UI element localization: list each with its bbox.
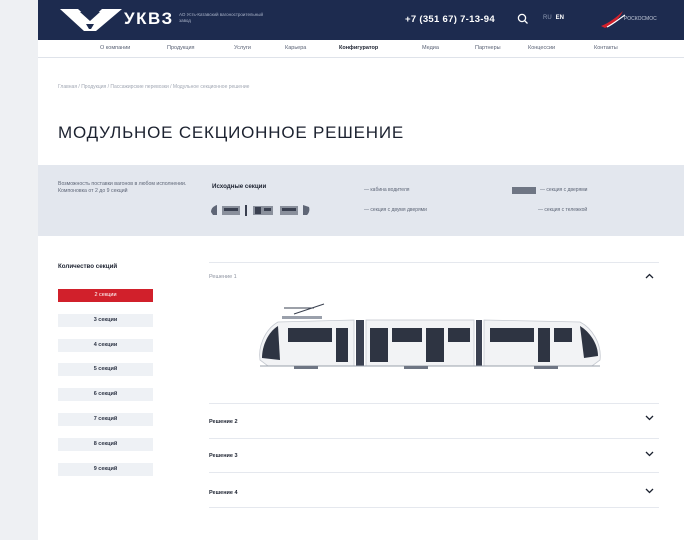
ukvz-logo-icon[interactable]	[60, 7, 122, 33]
lang-en[interactable]: EN	[556, 15, 564, 21]
page-title: МОДУЛЬНОЕ СЕКЦИОННОЕ РЕШЕНИЕ	[58, 123, 405, 142]
solution-2-label[interactable]: Решение 2	[209, 419, 238, 425]
main-nav: О компании Продукция Услуги Карьера Конфигур…	[38, 40, 684, 58]
section-count-option[interactable]: 2 секции	[58, 289, 153, 302]
section-count-option[interactable]: 3 секции	[58, 313, 153, 327]
nav-item[interactable]: Медиа	[422, 45, 439, 51]
sections-count-title: Количество секций	[58, 263, 118, 270]
nav-item[interactable]: О компании	[100, 45, 130, 51]
nav-item[interactable]: Конфигуратор	[339, 45, 378, 51]
search-icon[interactable]	[516, 12, 530, 26]
nav-item[interactable]: Контакты	[594, 45, 618, 51]
accordion-divider	[209, 403, 659, 404]
chevron-up-icon[interactable]	[645, 273, 654, 279]
brand-name[interactable]: УКВЗ	[124, 9, 174, 29]
page: УКВЗ АО Усть-Катавский вагоностроительны…	[38, 0, 684, 540]
nav-item[interactable]: Концессии	[528, 45, 555, 51]
phone-number[interactable]: +7 (351 67) 7-13-94	[405, 14, 495, 25]
nav-item[interactable]: Карьера	[285, 45, 306, 51]
nav-item[interactable]: Услуги	[234, 45, 251, 51]
chevron-down-icon[interactable]	[645, 415, 654, 421]
section-count-option[interactable]: 7 секций	[58, 413, 153, 426]
accordion-divider	[209, 472, 659, 473]
section-count-option[interactable]: 8 секций	[58, 437, 153, 451]
lang-ru[interactable]: RU	[543, 15, 552, 21]
chevron-down-icon[interactable]	[645, 488, 654, 494]
source-sections-band: Возможность поставки вагонов в любом исп…	[38, 165, 684, 236]
breadcrumb[interactable]: Главная / Продукция / Пассажирские перев…	[58, 84, 249, 90]
legend-doors: — секция с дверями	[540, 187, 588, 193]
solution-4-label[interactable]: Решение 4	[209, 490, 238, 496]
band-description: Возможность поставки вагонов в любом исп…	[58, 181, 187, 194]
partner-name: РОСКОСМОС	[624, 16, 657, 22]
top-header: УКВЗ АО Усть-Катавский вагоностроительны…	[38, 0, 684, 40]
nav-item[interactable]: Партнеры	[475, 45, 501, 51]
solution-3-label[interactable]: Решение 3	[209, 453, 238, 459]
section-icons	[211, 205, 310, 216]
legend-cabin: — кабина водителя	[364, 187, 410, 193]
accordion-divider	[209, 507, 659, 508]
source-sections-heading: Исходные секции	[212, 183, 267, 190]
language-switcher[interactable]: RU EN	[543, 15, 564, 21]
section-count-option[interactable]: 4 секции	[58, 338, 153, 352]
solution-1-label[interactable]: Решение 1	[209, 274, 237, 280]
nav-item[interactable]: Продукция	[167, 45, 195, 51]
accordion-divider	[209, 262, 659, 263]
section-count-option[interactable]: 5 секций	[58, 363, 153, 377]
brand-subtitle: АО Усть-Катавский вагоностроительный зав…	[179, 12, 264, 23]
legend-two-doors: — секция с двумя дверями	[364, 207, 427, 213]
section-count-option[interactable]: 9 секций	[58, 462, 153, 476]
tram-illustration	[259, 303, 601, 369]
legend-bogie: — секция с тележкой	[538, 207, 588, 213]
chevron-down-icon[interactable]	[645, 451, 654, 457]
legend-door-swatch	[512, 187, 536, 194]
accordion-divider	[209, 438, 659, 439]
section-count-option[interactable]: 6 секций	[58, 388, 153, 402]
